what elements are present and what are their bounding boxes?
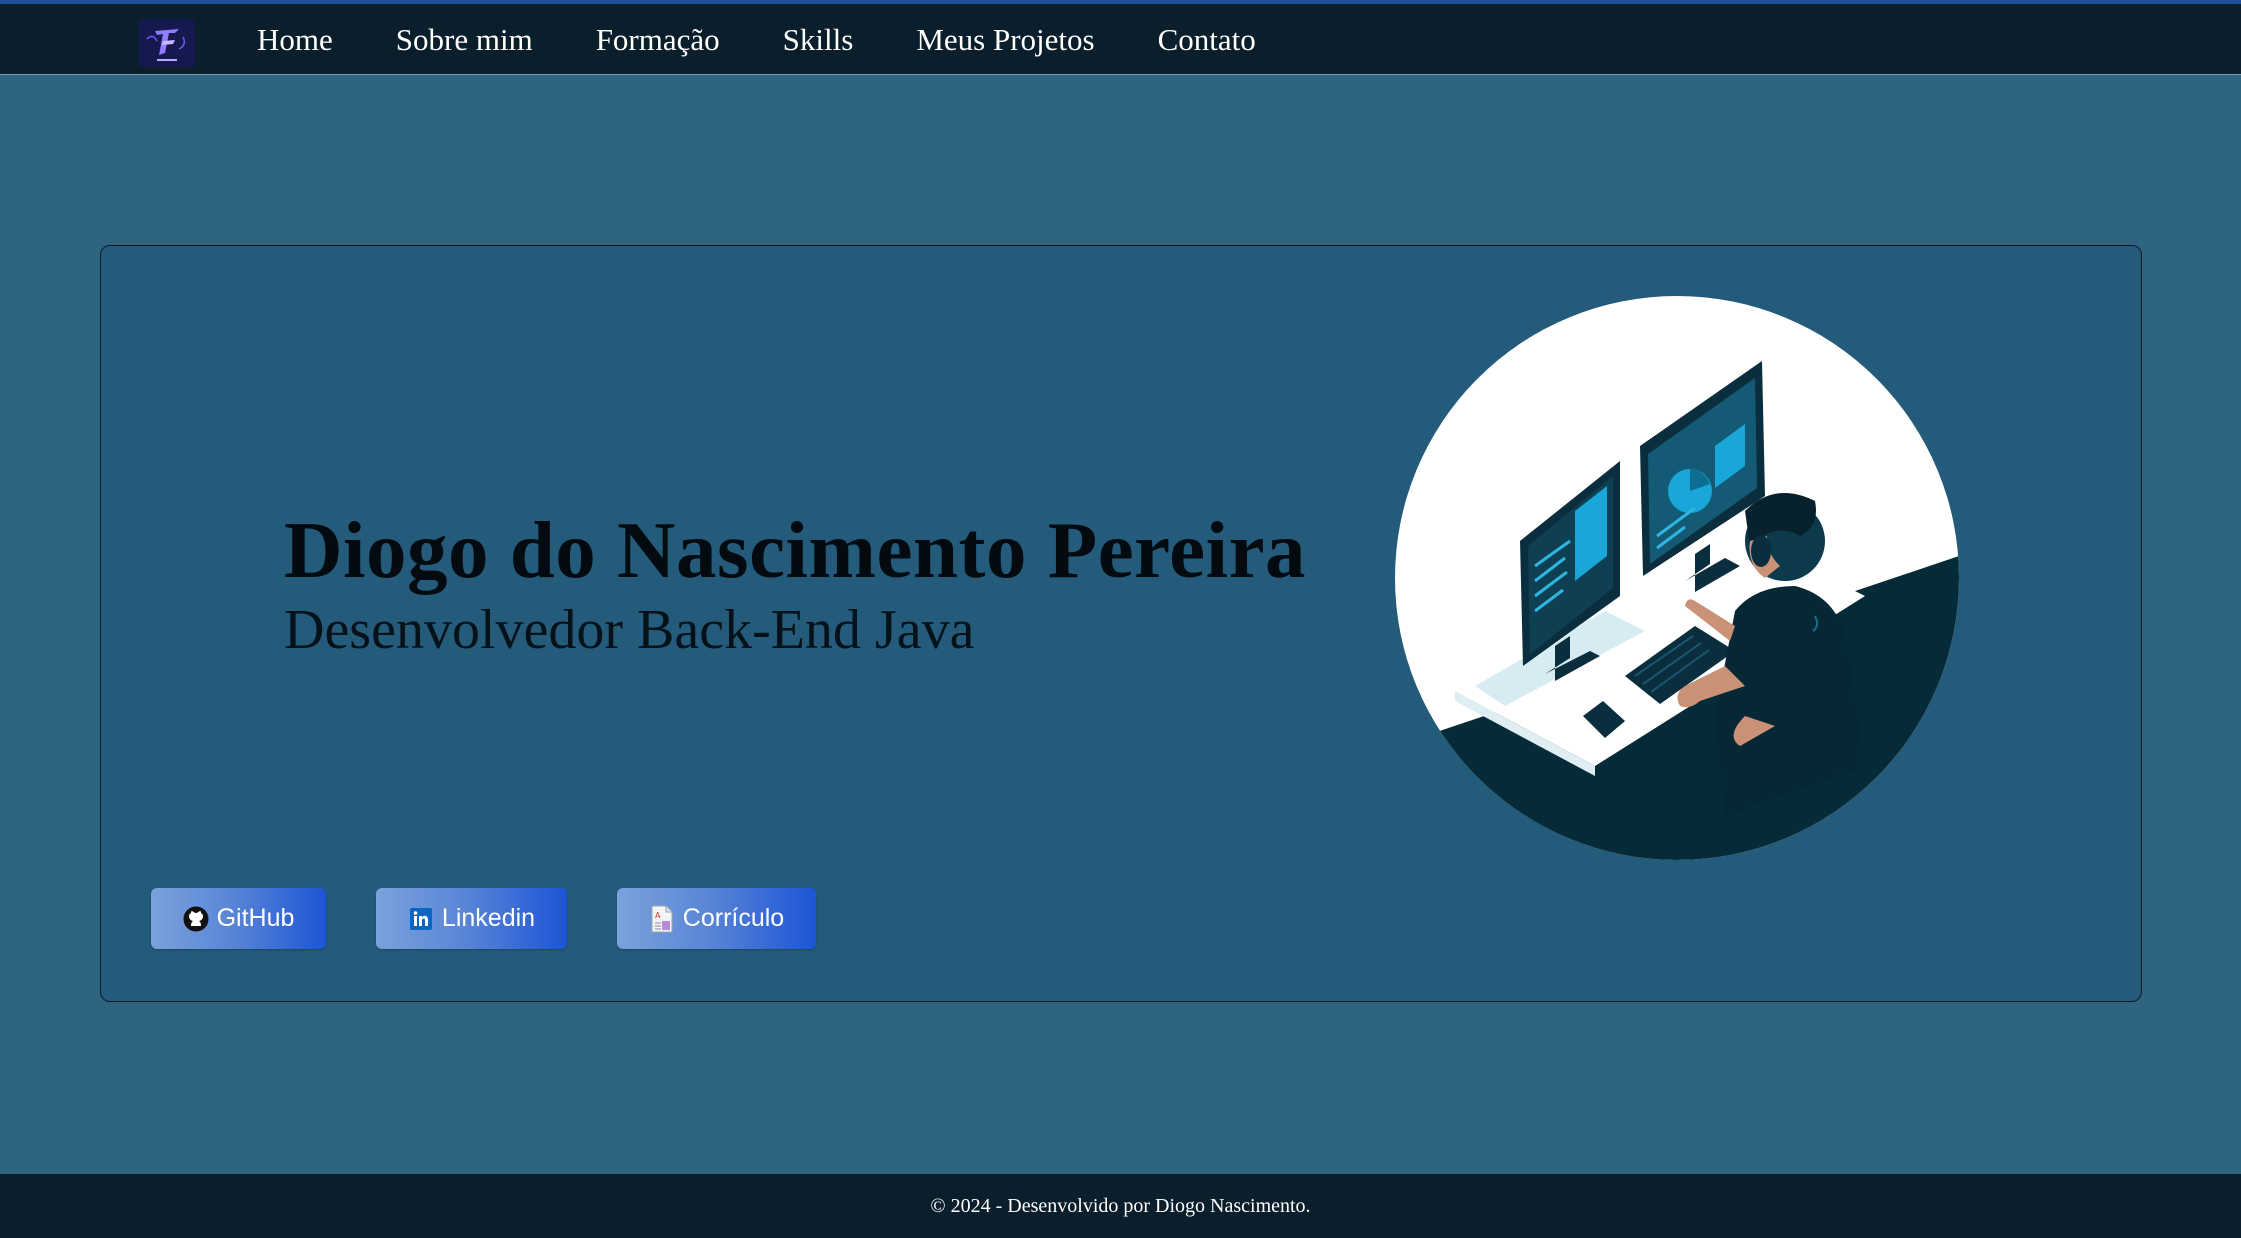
github-button[interactable]: GitHub: [151, 888, 326, 949]
social-buttons: GitHub Linkedin A Corrículo: [151, 888, 866, 949]
linkedin-icon: [408, 906, 434, 932]
curriculo-button[interactable]: A Corrículo: [617, 888, 816, 949]
nav-link-skills[interactable]: Skills: [783, 22, 854, 58]
nav-link-home[interactable]: Home: [257, 22, 333, 58]
document-icon: A: [649, 905, 675, 932]
curriculo-button-label: Corrículo: [682, 904, 785, 932]
page: Home Sobre mim Formação Skills Meus Proj…: [0, 0, 2241, 1238]
linkedin-button-label: Linkedin: [441, 904, 536, 932]
github-icon: [183, 906, 209, 932]
hero-name: Diogo do Nascimento Pereira: [284, 505, 1307, 595]
nav-link-contato[interactable]: Contato: [1158, 22, 1256, 58]
footer: © 2024 - Desenvolvido por Diogo Nascimen…: [0, 1174, 2241, 1238]
brand-logo-icon[interactable]: [139, 19, 195, 67]
navbar: Home Sobre mim Formação Skills Meus Proj…: [0, 0, 2241, 75]
nav-link-sobre-mim[interactable]: Sobre mim: [396, 22, 533, 58]
developer-at-computer-illustration: [1395, 296, 1959, 860]
nav-link-formacao[interactable]: Formação: [596, 22, 720, 58]
github-button-label: GitHub: [216, 904, 295, 932]
nav-links: Home Sobre mim Formação Skills Meus Proj…: [257, 4, 1319, 75]
nav-link-meus-projetos[interactable]: Meus Projetos: [916, 22, 1094, 58]
hero-card: Diogo do Nascimento Pereira Desenvolvedo…: [100, 245, 2142, 1002]
svg-text:A: A: [655, 911, 661, 920]
hero-role: Desenvolvedor Back-End Java: [284, 599, 975, 661]
footer-copyright: © 2024 - Desenvolvido por Diogo Nascimen…: [930, 1194, 1311, 1217]
linkedin-button[interactable]: Linkedin: [376, 888, 567, 949]
